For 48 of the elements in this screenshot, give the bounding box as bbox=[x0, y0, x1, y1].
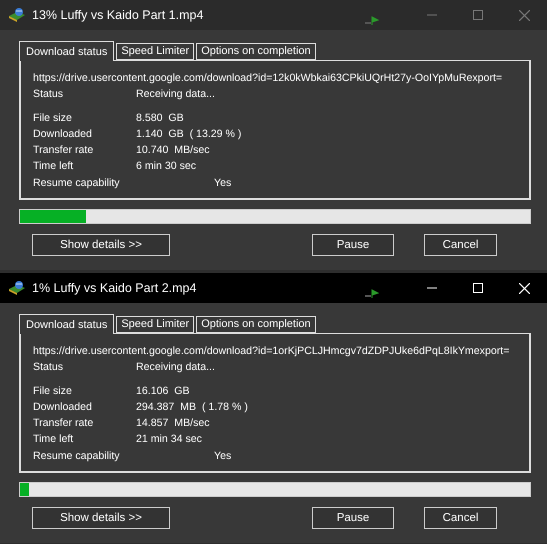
pause-button[interactable]: Pause bbox=[312, 507, 394, 529]
field-label: File size bbox=[33, 112, 73, 124]
tab[interactable]: Download status bbox=[19, 314, 114, 334]
download-url: https://drive.usercontent.google.com/download?id=1orKjPCLJHmcgv7dZDPJUke6dPqL8IkYmexport= bbox=[33, 345, 510, 357]
download-url: https://drive.usercontent.google.com/download?id=12k0kWbkai63CPkiUQrHt27y-OoIYpMuRexport= bbox=[33, 72, 502, 84]
window-title: 1% Luffy vs Kaido Part 2.mp4 bbox=[32, 281, 198, 295]
field-value: 294.387 MB ( 1.78 % ) bbox=[136, 401, 248, 413]
maximize-icon bbox=[473, 10, 483, 20]
field-label: File size bbox=[33, 385, 73, 397]
field-label: Downloaded bbox=[33, 128, 93, 140]
pause-button[interactable]: Pause bbox=[312, 234, 394, 256]
close-icon bbox=[518, 10, 530, 20]
field-value: Yes bbox=[214, 177, 232, 189]
cancel-button[interactable]: Cancel bbox=[424, 507, 497, 529]
show-details-button[interactable]: Show details >> bbox=[32, 507, 170, 529]
field-value: Receiving data... bbox=[136, 361, 215, 373]
field-value: Yes bbox=[214, 450, 232, 462]
cancel-button[interactable]: Cancel bbox=[424, 234, 497, 256]
app-logo-icon bbox=[8, 7, 26, 23]
field-label: Resume capability bbox=[33, 450, 121, 462]
field-value: 10.740 MB/sec bbox=[136, 144, 210, 156]
field-label: Resume capability bbox=[33, 177, 121, 189]
tab[interactable]: Speed Limiter bbox=[116, 316, 194, 333]
flag-icon bbox=[365, 289, 379, 299]
flag-icon bbox=[365, 16, 379, 26]
close-icon bbox=[518, 282, 530, 294]
field-label: Transfer rate bbox=[33, 417, 94, 429]
field-value: 1.140 GB ( 13.29 % ) bbox=[136, 128, 242, 140]
tab[interactable]: Speed Limiter bbox=[116, 43, 194, 60]
field-label: Time left bbox=[33, 160, 74, 172]
field-value: 8.580 GB bbox=[136, 112, 184, 124]
field-label: Time left bbox=[33, 433, 74, 445]
field-label: Status bbox=[33, 88, 64, 100]
field-value: 21 min 34 sec bbox=[136, 433, 202, 445]
field-label: Downloaded bbox=[33, 401, 93, 413]
field-value: 16.106 GB bbox=[136, 385, 190, 397]
field-value: 14.857 MB/sec bbox=[136, 417, 210, 429]
tab[interactable]: Download status bbox=[19, 41, 114, 61]
maximize-icon bbox=[473, 283, 483, 293]
show-details-button[interactable]: Show details >> bbox=[32, 234, 170, 256]
field-label: Transfer rate bbox=[33, 144, 94, 156]
field-label: Status bbox=[33, 361, 64, 373]
field-value: 6 min 30 sec bbox=[136, 160, 196, 172]
tab[interactable]: Options on completion bbox=[196, 316, 316, 333]
tab[interactable]: Options on completion bbox=[196, 43, 316, 60]
field-value: Receiving data... bbox=[136, 88, 215, 100]
window-title: 13% Luffy vs Kaido Part 1.mp4 bbox=[32, 8, 204, 22]
app-logo-icon bbox=[8, 280, 26, 296]
